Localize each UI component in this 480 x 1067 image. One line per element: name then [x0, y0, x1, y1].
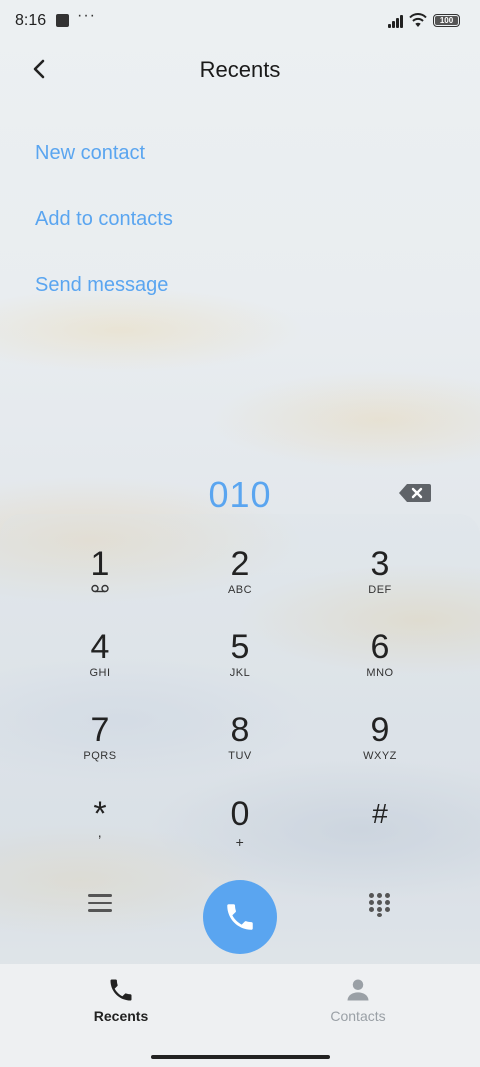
- page-title: Recents: [199, 57, 281, 82]
- key-digit: 3: [370, 545, 390, 583]
- key-7[interactable]: 7 PQRS: [45, 712, 155, 786]
- menu-icon[interactable]: [88, 894, 112, 916]
- tab-label: Contacts: [330, 1008, 386, 1024]
- person-icon: [347, 979, 369, 1001]
- status-bar: 8:16 ··· 100: [0, 0, 480, 42]
- notification-app-icon: [56, 14, 69, 27]
- send-message-link[interactable]: Send message: [35, 274, 168, 297]
- key-9[interactable]: 9 WXYZ: [325, 712, 435, 786]
- battery-level: 100: [435, 16, 458, 25]
- tab-recents[interactable]: Recents: [61, 972, 181, 1032]
- key-digit: 6: [370, 628, 390, 666]
- key-star[interactable]: * ,: [45, 796, 155, 870]
- key-digit: 9: [370, 711, 390, 749]
- key-letters: +: [235, 834, 245, 850]
- dialpad-icon[interactable]: [369, 893, 391, 917]
- key-digit: 8: [230, 711, 250, 749]
- key-1[interactable]: 1: [45, 546, 155, 620]
- key-digit: 1: [90, 545, 110, 583]
- key-digit: 7: [90, 711, 110, 749]
- key-6[interactable]: 6 MNO: [325, 629, 435, 703]
- new-contact-link[interactable]: New contact: [35, 142, 145, 165]
- bottom-nav: Recents Contacts: [0, 964, 480, 1067]
- key-letters: ABC: [227, 584, 253, 596]
- home-indicator[interactable]: [151, 1055, 330, 1059]
- key-digit: 5: [230, 628, 250, 666]
- more-notifications-icon: ···: [77, 7, 96, 24]
- key-letters: ,: [97, 824, 103, 840]
- tab-contacts[interactable]: Contacts: [298, 972, 418, 1032]
- key-5[interactable]: 5 JKL: [185, 629, 295, 703]
- add-to-contacts-link[interactable]: Add to contacts: [35, 208, 173, 231]
- phone-icon: [227, 904, 253, 930]
- key-letters: PQRS: [83, 750, 117, 762]
- status-time: 8:16: [15, 12, 47, 29]
- key-0[interactable]: 0 +: [185, 796, 295, 870]
- key-letters: JKL: [229, 667, 251, 679]
- key-letters: TUV: [228, 750, 252, 762]
- key-letters: DEF: [368, 584, 392, 596]
- key-8[interactable]: 8 TUV: [185, 712, 295, 786]
- voicemail-icon: [91, 584, 109, 593]
- signal-icon: [388, 14, 406, 28]
- key-digit: #: [372, 798, 388, 829]
- key-digit: 2: [230, 545, 250, 583]
- backspace-icon[interactable]: [398, 483, 432, 503]
- key-digit: 0: [230, 795, 250, 833]
- key-2[interactable]: 2 ABC: [185, 546, 295, 620]
- key-letters: WXYZ: [363, 750, 397, 762]
- key-3[interactable]: 3 DEF: [325, 546, 435, 620]
- battery-icon: 100: [433, 14, 460, 27]
- key-hash[interactable]: #: [325, 796, 435, 870]
- call-button[interactable]: [203, 880, 277, 954]
- key-letters: GHI: [89, 667, 111, 679]
- key-letters: MNO: [366, 667, 394, 679]
- wifi-icon: [409, 13, 427, 27]
- phone-icon: [110, 979, 132, 1001]
- tab-label: Recents: [93, 1008, 149, 1024]
- key-4[interactable]: 4 GHI: [45, 629, 155, 703]
- key-digit: 4: [90, 628, 110, 666]
